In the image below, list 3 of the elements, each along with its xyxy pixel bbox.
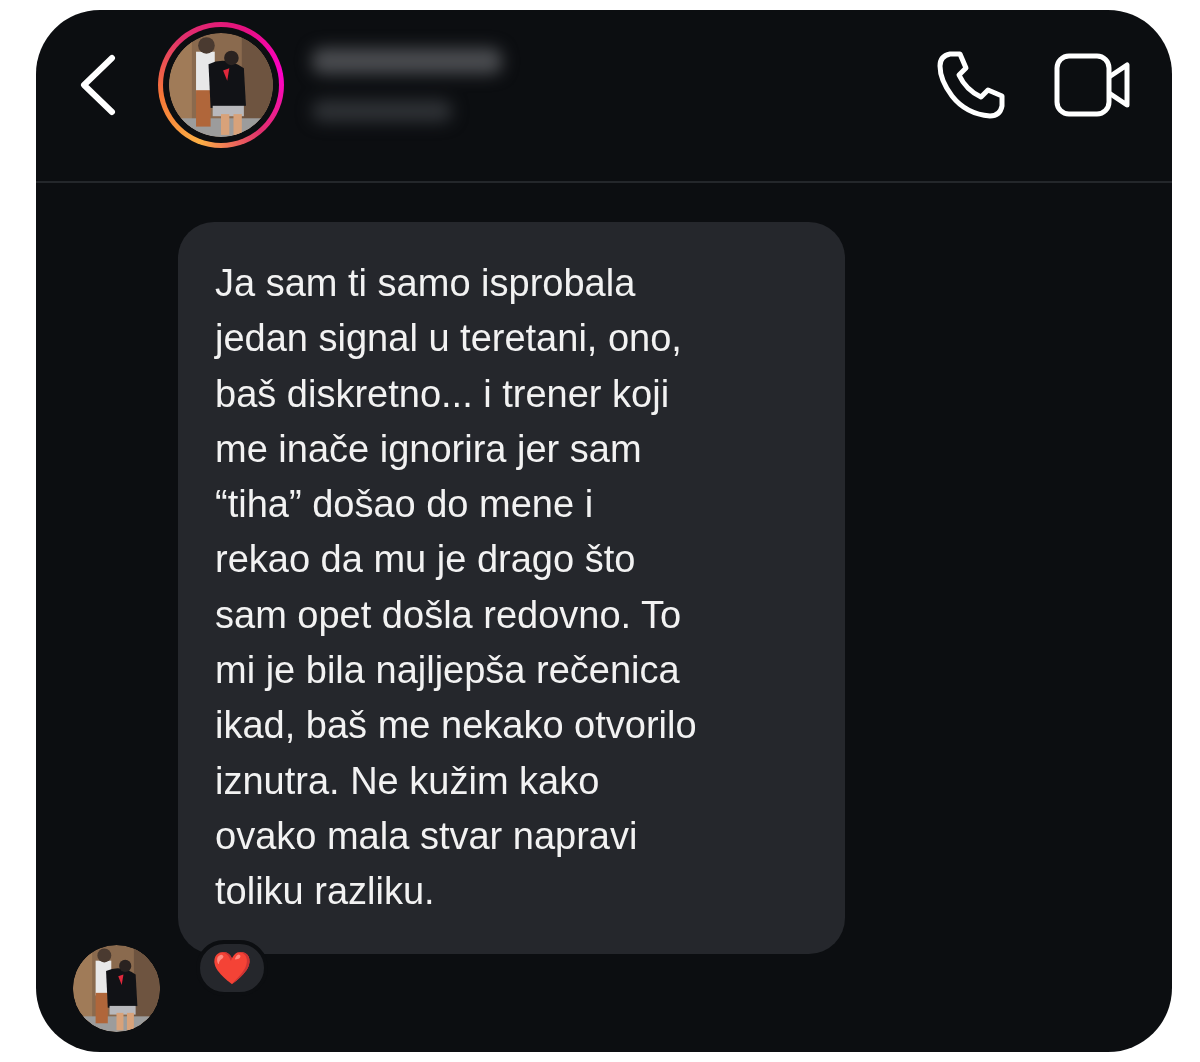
- phone-icon[interactable]: [936, 49, 1006, 120]
- video-camera-icon[interactable]: [1054, 52, 1132, 117]
- back-icon[interactable]: [78, 53, 116, 116]
